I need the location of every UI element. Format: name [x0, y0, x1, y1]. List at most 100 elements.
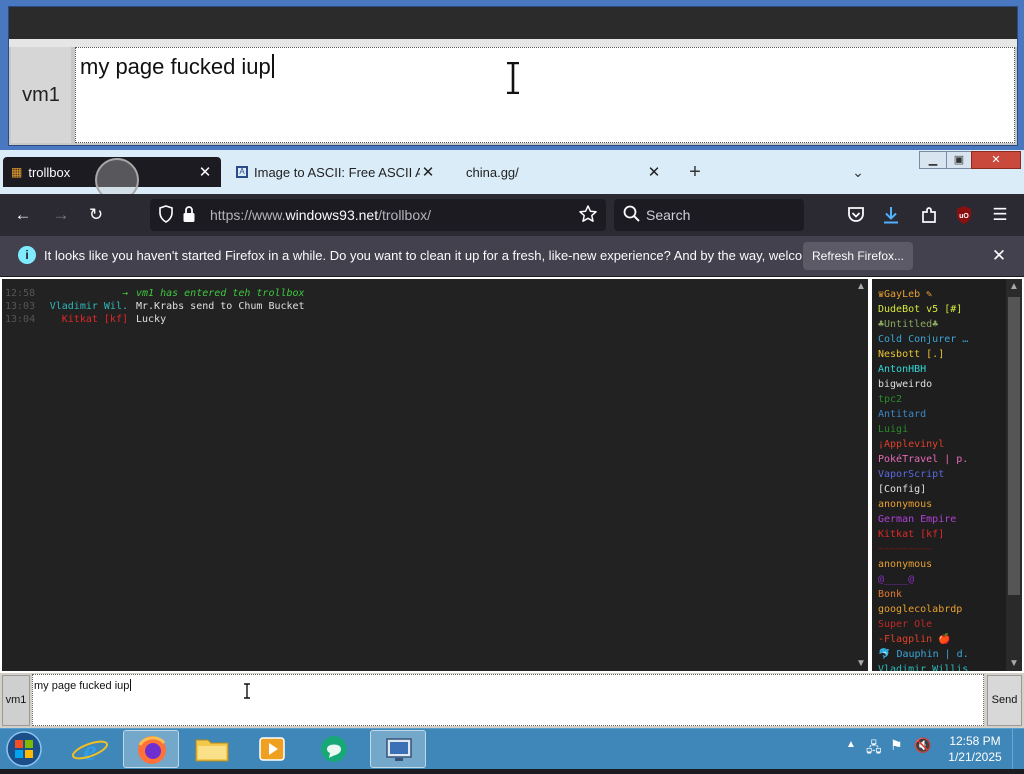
volume-muted-icon[interactable]: 🔇	[914, 737, 931, 754]
lock-icon[interactable]	[182, 205, 196, 223]
refresh-firefox-button[interactable]: Refresh Firefox...	[803, 242, 913, 270]
user-list-item[interactable]: bigweirdo	[878, 377, 932, 392]
user-list-item[interactable]: ~~~~~~~~~	[878, 542, 932, 557]
taskbar-green-app[interactable]	[306, 730, 362, 768]
list-all-tabs-button[interactable]: ⌄	[848, 160, 868, 184]
clock[interactable]: 12:58 PM 1/21/2025	[940, 733, 1010, 765]
scrollbar-thumb[interactable]	[1008, 297, 1020, 595]
user-list-item[interactable]: googlecolabrdp	[878, 602, 962, 617]
close-tab-icon[interactable]: ✕	[197, 163, 213, 181]
tab-title: Image to ASCII: Free ASCII Art C	[254, 164, 420, 180]
scroll-up-icon[interactable]: ▲	[1007, 281, 1021, 292]
search-icon	[623, 205, 640, 222]
user-list-item[interactable]: @____@	[878, 572, 914, 587]
magnifier-top-area	[9, 7, 1017, 39]
forward-arrow-icon[interactable]: →	[50, 204, 72, 226]
user-list-item[interactable]: ♣Untitled♣	[878, 317, 938, 332]
ublock-origin-icon[interactable]: uO	[953, 204, 975, 226]
folder-icon	[195, 739, 229, 762]
taskbar-media-player[interactable]	[244, 730, 300, 768]
minimize-button[interactable]: ▁	[919, 151, 947, 169]
message-text: Lucky	[136, 314, 167, 325]
network-icon[interactable]: 🖧	[866, 737, 882, 761]
url-bar[interactable]: https://www.windows93.net/trollbox/	[150, 199, 606, 231]
ascii-favicon-icon: A	[236, 166, 248, 178]
taskbar-remote-desktop[interactable]	[370, 730, 426, 768]
start-button-icon[interactable]	[4, 731, 44, 767]
taskbar-firefox[interactable]	[123, 730, 179, 768]
download-icon[interactable]	[880, 204, 902, 226]
user-list-item[interactable]: ♛GayLeb ✎	[878, 287, 932, 302]
windows93-favicon-icon: ▦	[11, 165, 23, 179]
user-list-item[interactable]: Luigi	[878, 422, 908, 437]
tab-china-gg[interactable]: china.gg/ ✕	[452, 157, 670, 187]
hamburger-menu-icon[interactable]: ☰	[989, 204, 1011, 226]
user-list-item[interactable]: Cold Conjurer …	[878, 332, 968, 347]
message-nick[interactable]: Vladimir Wil.	[46, 300, 128, 313]
scroll-down-icon[interactable]: ▼	[1007, 658, 1021, 669]
taskbar: e ▲ 🖧 ⚑ 🔇 12:58 PM 1/21/2025	[0, 728, 1024, 769]
tracking-shield-icon[interactable]	[158, 205, 174, 223]
back-arrow-icon[interactable]: ←	[12, 204, 34, 226]
search-box[interactable]: Search	[614, 199, 804, 231]
maximize-button[interactable]: ▣	[946, 151, 972, 169]
message-text: Mr.Krabs send to Chum Bucket	[136, 301, 305, 312]
user-list-item[interactable]: tpc2	[878, 392, 902, 407]
user-list-item[interactable]: Vladimir Willis	[878, 662, 968, 671]
new-tab-button[interactable]: +	[683, 160, 707, 184]
url-prefix: https://www.	[210, 207, 286, 223]
user-list-item[interactable]: Nesbott [.]	[878, 347, 944, 362]
user-list-item[interactable]: Antitard	[878, 407, 926, 422]
user-list-scrollbar[interactable]: ▲ ▼	[1006, 279, 1022, 671]
text-cursor-icon	[507, 62, 519, 94]
clock-date: 1/21/2025	[948, 750, 1002, 764]
close-tab-icon[interactable]: ✕	[420, 163, 436, 181]
user-list-item[interactable]: PokéTravel | p.	[878, 452, 968, 467]
taskbar-file-explorer[interactable]	[184, 730, 240, 768]
scroll-down-icon[interactable]: ▼	[854, 658, 868, 669]
scroll-up-icon[interactable]: ▲	[854, 281, 868, 292]
message-nick: →	[121, 288, 128, 299]
chat-input-bar: vm1 my page fucked iup Send	[0, 673, 1024, 728]
user-list-item[interactable]: ¡Applevinyl	[878, 437, 944, 452]
show-desktop-button[interactable]	[1012, 729, 1024, 769]
tab-image-to-ascii[interactable]: A Image to ASCII: Free ASCII Art C ✕	[228, 157, 444, 187]
user-list-item[interactable]: anonymous	[878, 557, 932, 572]
magnifier-divider	[9, 39, 1017, 47]
chat-input[interactable]: my page fucked iup	[32, 674, 984, 726]
taskbar-internet-explorer[interactable]: e	[62, 730, 118, 768]
send-button[interactable]: Send	[987, 675, 1022, 726]
username-button[interactable]: vm1	[2, 675, 30, 726]
message-scrollbar[interactable]: ▲ ▼	[854, 279, 868, 671]
close-window-button[interactable]: ✕	[971, 151, 1021, 169]
message-nick[interactable]: Kitkat [kf]	[46, 313, 128, 326]
user-list-item[interactable]: Super Ole	[878, 617, 932, 632]
user-list-item[interactable]: anonymous	[878, 497, 932, 512]
user-list-item[interactable]: [Config]	[878, 482, 926, 497]
reload-icon[interactable]: ↻	[85, 204, 107, 226]
user-list-item[interactable]: German Empire	[878, 512, 956, 527]
pocket-icon[interactable]	[845, 204, 867, 226]
user-list-item[interactable]: VaporScript	[878, 467, 944, 482]
text-cursor-icon	[244, 683, 250, 699]
user-list-item[interactable]: DudeBot v5 [#]	[878, 302, 962, 317]
user-list-item[interactable]: -Flagplin 🍎	[878, 632, 951, 647]
user-list-item[interactable]: Bonk	[878, 587, 902, 602]
clock-time: 12:58 PM	[949, 734, 1001, 748]
message-text: vm1 has entered teh trollbox	[136, 288, 305, 299]
url-text[interactable]: https://www.windows93.net/trollbox/	[210, 207, 431, 223]
bookmark-star-icon[interactable]	[578, 204, 598, 224]
message-time: 13:04	[5, 314, 36, 325]
user-list-item[interactable]: AntonHBH	[878, 362, 926, 377]
user-list-item[interactable]: Kitkat [kf]	[878, 527, 944, 542]
remote-desktop-icon	[386, 738, 412, 761]
close-notification-icon[interactable]: ✕	[988, 245, 1010, 267]
user-list-item[interactable]: 🐬 Dauphin | d.	[878, 647, 969, 662]
message-list[interactable]: 12:58 → vm1 has entered teh trollbox 13:…	[2, 279, 868, 671]
action-center-flag-icon[interactable]: ⚑	[890, 737, 903, 754]
close-tab-icon[interactable]: ✕	[646, 163, 662, 181]
show-hidden-icons-icon[interactable]: ▲	[846, 739, 856, 750]
media-player-icon	[259, 737, 285, 761]
extensions-puzzle-icon[interactable]	[918, 204, 940, 226]
navigation-bar: ← → ↻ https://www.windows93.net/trollbox…	[0, 194, 1024, 236]
